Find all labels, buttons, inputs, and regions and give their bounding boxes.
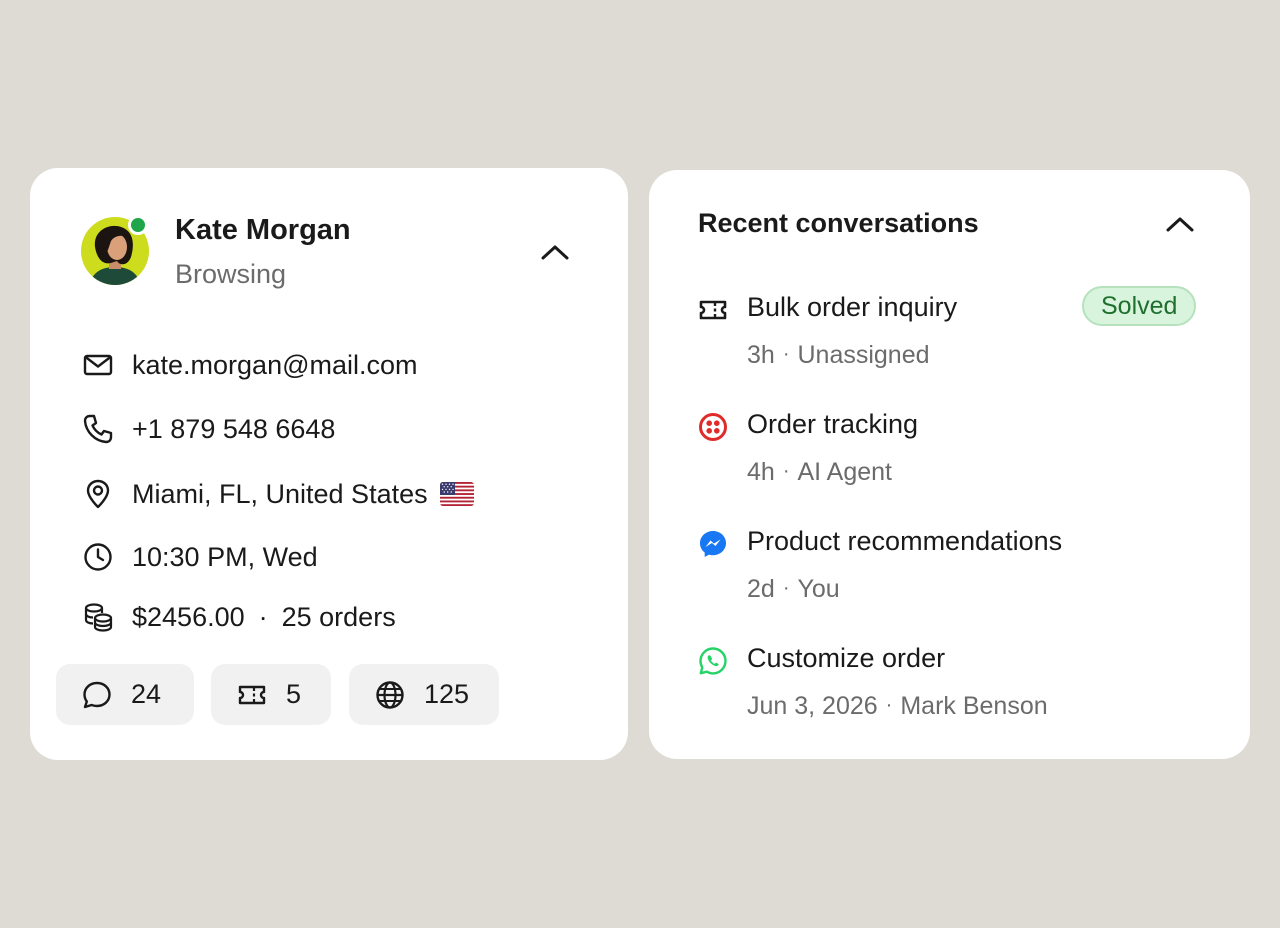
local-time-row: 10:30 PM, Wed [82, 537, 318, 577]
chevron-up-icon [1166, 217, 1194, 232]
conversation-title: Bulk order inquiry [747, 292, 958, 322]
coins-icon [82, 601, 114, 633]
conversation-title: Product recommendations [747, 526, 1063, 556]
location-value: Miami, FL, United States [132, 478, 428, 509]
tickets-count-chip[interactable]: 5 [211, 664, 331, 725]
us-flag-icon [439, 482, 474, 506]
conversation-title: Customize order [747, 643, 946, 673]
spend-row: $2456.00 · 25 orders [82, 597, 396, 637]
conversation-meta: 4h · AI Agent [747, 458, 892, 487]
tickets-count: 5 [286, 679, 302, 709]
collapse-profile-button[interactable] [537, 234, 573, 270]
globe-icon [373, 678, 407, 712]
location-row: Miami, FL, United States [82, 474, 474, 514]
customer-activity-status: Browsing [175, 259, 287, 289]
whatsapp-icon [697, 645, 729, 677]
chevron-up-icon [541, 245, 569, 260]
mail-icon [82, 349, 114, 381]
local-time-value: 10:30 PM, Wed [132, 541, 318, 572]
chat-bubble-icon [80, 678, 114, 712]
conversation-meta: Jun 3, 2026 · Mark Benson [747, 692, 1048, 721]
conversation-meta: 3h · Unassigned [747, 341, 930, 370]
recent-conversations-card: Recent conversations Bulk order inquiry … [649, 170, 1250, 759]
phone-icon [82, 413, 114, 445]
conversation-assignee: Mark Benson [900, 692, 1048, 720]
email-row[interactable]: kate.morgan@mail.com [82, 345, 418, 385]
lifetime-spend-value: $2456.00 [132, 601, 245, 632]
meta-separator: · [782, 577, 790, 599]
messenger-icon [697, 528, 729, 560]
recent-conversations-title: Recent conversations [698, 208, 979, 238]
conversations-count: 24 [131, 679, 162, 709]
conversation-assignee: You [797, 575, 840, 603]
meta-separator: · [885, 694, 893, 716]
conversation-item[interactable]: Product recommendations 2d · You [697, 520, 1207, 610]
online-status-dot [128, 215, 148, 235]
conversation-assignee: AI Agent [797, 458, 893, 486]
phone-value: +1 879 548 6648 [132, 413, 336, 444]
conversation-title: Order tracking [747, 409, 919, 439]
meta-separator: · [782, 460, 790, 482]
page-views-count: 125 [424, 679, 470, 709]
conversation-item[interactable]: Customize order Jun 3, 2026 · Mark Benson [697, 637, 1207, 727]
location-pin-icon [82, 478, 114, 510]
ticket-icon [697, 294, 729, 326]
conversation-age: 2d [747, 575, 775, 603]
customer-profile-card: Kate Morgan Browsing kate.morgan@mail.co… [30, 168, 628, 760]
phone-row[interactable]: +1 879 548 6648 [82, 409, 335, 449]
conversation-age: 4h [747, 458, 775, 486]
conversation-meta: 2d · You [747, 575, 840, 604]
conversation-age: 3h [747, 341, 775, 369]
clock-icon [82, 541, 114, 573]
conversations-count-chip[interactable]: 24 [56, 664, 194, 725]
ticket-icon [235, 678, 269, 712]
solved-status-badge: Solved [1082, 286, 1197, 326]
twilio-icon [697, 411, 729, 443]
separator-dot: · [258, 601, 268, 632]
conversation-assignee: Unassigned [797, 341, 930, 369]
collapse-conversations-button[interactable] [1162, 206, 1198, 242]
customer-name: Kate Morgan [175, 214, 351, 246]
conversation-item[interactable]: Order tracking 4h · AI Agent [697, 403, 1207, 493]
conversation-age: Jun 3, 2026 [747, 692, 878, 720]
conversation-item[interactable]: Bulk order inquiry Solved 3h · Unassigned [697, 286, 1207, 376]
meta-separator: · [782, 343, 790, 365]
page-views-count-chip[interactable]: 125 [349, 664, 499, 725]
orders-count-value: 25 orders [281, 601, 396, 632]
email-value: kate.morgan@mail.com [132, 349, 418, 380]
